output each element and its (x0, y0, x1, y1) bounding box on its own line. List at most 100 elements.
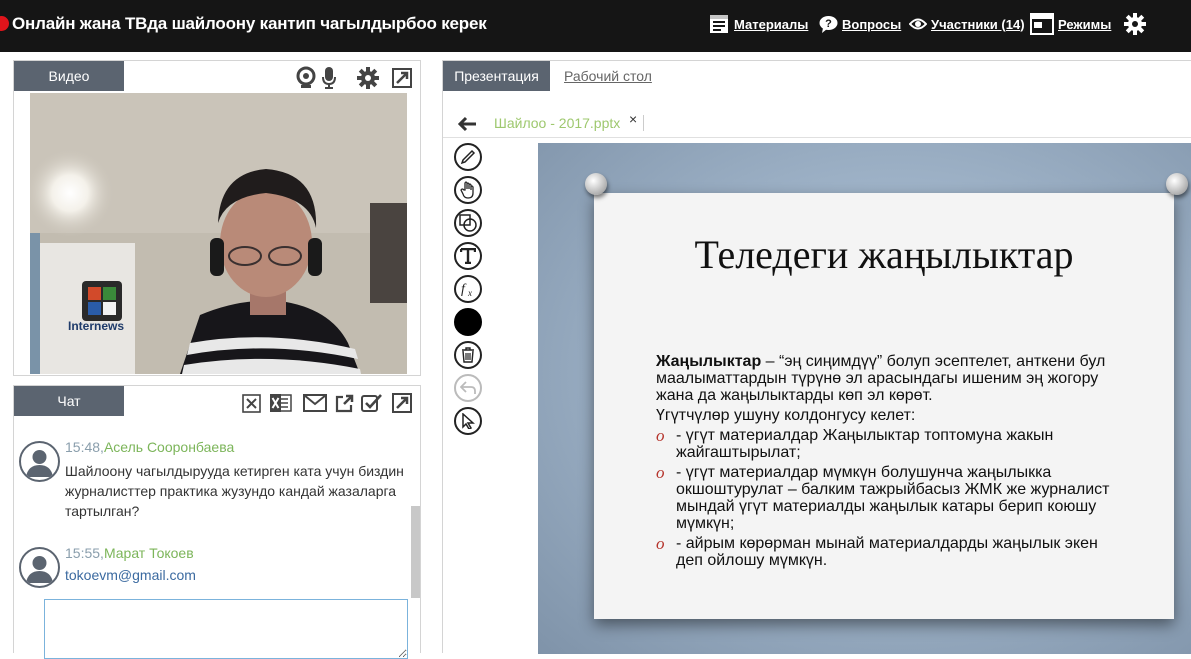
gear-icon (357, 67, 379, 89)
slide-pin (585, 173, 607, 195)
svg-text:f: f (461, 282, 467, 297)
chat-scrollbar[interactable] (411, 506, 420, 598)
clear-icon (241, 393, 261, 413)
select-tool[interactable] (454, 407, 482, 435)
settings-button[interactable] (1124, 11, 1150, 37)
trash-icon (462, 347, 474, 363)
popout-chat-button[interactable] (333, 392, 355, 414)
message-email-link[interactable]: tokoevm@gmail.com (65, 567, 196, 583)
message-header: 15:48,Асель Сооронбаева (65, 439, 234, 455)
nav-participants[interactable]: Участники (14) (909, 11, 1025, 37)
formula-tool[interactable]: f x (454, 275, 482, 303)
toolbar-divider (443, 137, 1191, 138)
video-expand-button[interactable] (390, 65, 414, 91)
chat-message: 15:55,Марат Токоев tokoevm@gmail.com (19, 545, 409, 595)
slide-subheading: Үгүтчүлөр ушуну колдонгусу келет: (656, 407, 916, 424)
nav-modes[interactable]: Режимы (1030, 11, 1111, 37)
slide-bullet-text: - айрым көрөрман мынай материалдарды жаң… (676, 535, 1098, 569)
microphone-button[interactable] (319, 65, 339, 91)
hand-pointer-icon (460, 181, 474, 199)
presentation-slide: Теледеги жаңылыктар Жаңылыктар – “эң сиң… (538, 143, 1191, 654)
chat-message-input[interactable] (44, 599, 408, 659)
user-avatar-icon (26, 556, 53, 583)
checkbox-icon (360, 394, 382, 412)
message-author: Марат Токоев (103, 545, 194, 561)
back-button[interactable] (457, 116, 477, 137)
color-picker[interactable] (454, 308, 482, 336)
shapes-icon (459, 214, 477, 232)
export-excel-button[interactable] (269, 392, 293, 414)
expand-icon (392, 68, 412, 88)
internews-logo-text: Internews (68, 319, 125, 333)
bullet-marker: o (656, 534, 665, 553)
slide-pin (1166, 173, 1188, 195)
text-icon (460, 248, 476, 264)
delete-tool[interactable] (454, 341, 482, 369)
message-text: Шайлоону чагылдырууда кетирген ката учун… (65, 463, 404, 519)
slide-lead-bold: Жаңылыктар (656, 353, 762, 370)
tab-video[interactable]: Видео (14, 61, 124, 91)
hand-tool[interactable] (454, 176, 482, 204)
user-avatar-icon (26, 450, 53, 477)
tab-presentation[interactable]: Презентация (443, 61, 550, 91)
slide-bullet: o - айрым көрөрман мынай материалдарды жа… (656, 535, 1126, 569)
undo-icon (460, 381, 476, 394)
webcam-button[interactable] (295, 65, 317, 91)
nav-materials[interactable]: Материалы (708, 11, 808, 37)
pencil-icon (460, 149, 476, 165)
nav-participants-label: Участники (14) (931, 16, 1025, 32)
bullet-marker: o (656, 426, 665, 445)
expand-icon (392, 393, 412, 413)
top-bar: Онлайн жана ТВда шайлоону кантип чагылды… (0, 0, 1191, 52)
nav-modes-label: Режимы (1058, 16, 1112, 32)
chat-expand-button[interactable] (390, 392, 414, 414)
chat-panel: Чат 15:48,Асель Сооронбаева Шайлоону чаг… (13, 385, 421, 659)
shapes-tool[interactable] (454, 209, 482, 237)
tab-desktop[interactable]: Рабочий стол (564, 68, 652, 84)
undo-tool[interactable] (454, 374, 482, 402)
avatar (19, 441, 60, 482)
materials-icon (710, 15, 728, 33)
pen-tool[interactable] (454, 143, 482, 171)
chat-message: 15:48,Асель Сооронбаева Шайлоону чагылды… (19, 439, 409, 529)
nav-questions-label: Вопросы (842, 16, 902, 32)
message-header: 15:55,Марат Токоев (65, 545, 194, 561)
video-settings-button[interactable] (355, 65, 381, 91)
slide-content-card: Теледеги жаңылыктар Жаңылыктар – “эң сиң… (594, 193, 1174, 619)
eye-icon (909, 18, 927, 30)
text-tool[interactable] (454, 242, 482, 270)
file-close-button[interactable]: × (629, 111, 637, 127)
slide-bullet-text: - үгүт материалдар Жаңылыктар топтомуна … (676, 427, 1054, 461)
email-chat-button[interactable] (302, 392, 328, 414)
envelope-icon (303, 394, 327, 412)
window-title: Онлайн жана ТВда шайлоону кантип чагылды… (12, 14, 487, 33)
cursor-arrow-icon (462, 413, 475, 429)
slide-bullet: o - үгүт материалдар мүмкүн болушунча жаң… (656, 464, 1126, 532)
question-bubble-icon: ? (819, 16, 838, 33)
microphone-icon (322, 67, 336, 89)
avatar (19, 547, 60, 588)
message-author: Асель Сооронбаева (103, 439, 235, 455)
message-time: 15:48, (65, 439, 104, 455)
slide-bullet-text: - үгүт материалдар мүмкүн болушунча жаңы… (676, 464, 1110, 532)
tab-chat[interactable]: Чат (14, 386, 124, 416)
webcam-video-feed: Internews (30, 93, 407, 374)
svg-text:x: x (467, 288, 472, 298)
excel-icon (270, 394, 292, 412)
recording-indicator (0, 16, 9, 31)
slide-bullet: o - үгүт материалдар Жаңылыктар топтомуна… (656, 427, 1126, 461)
mark-read-button[interactable] (359, 392, 383, 414)
bullet-marker: o (656, 463, 665, 482)
webcam-icon (296, 66, 316, 88)
slide-title: Теледеги жаңылыктар (694, 232, 1074, 277)
nav-questions[interactable]: ? Вопросы (819, 11, 901, 37)
clear-chat-button[interactable] (240, 392, 262, 414)
message-time: 15:55, (65, 545, 104, 561)
external-link-icon (335, 394, 353, 412)
formula-icon: f x (461, 282, 472, 298)
tab-divider (643, 115, 644, 131)
svg-text:?: ? (825, 18, 832, 30)
file-tab[interactable]: Шайлоо - 2017.pptx (494, 115, 620, 131)
slide-body: Жаңылыктар – “эң сиңимдүү” болуп эсептел… (656, 353, 1126, 572)
arrow-left-icon (457, 116, 476, 132)
